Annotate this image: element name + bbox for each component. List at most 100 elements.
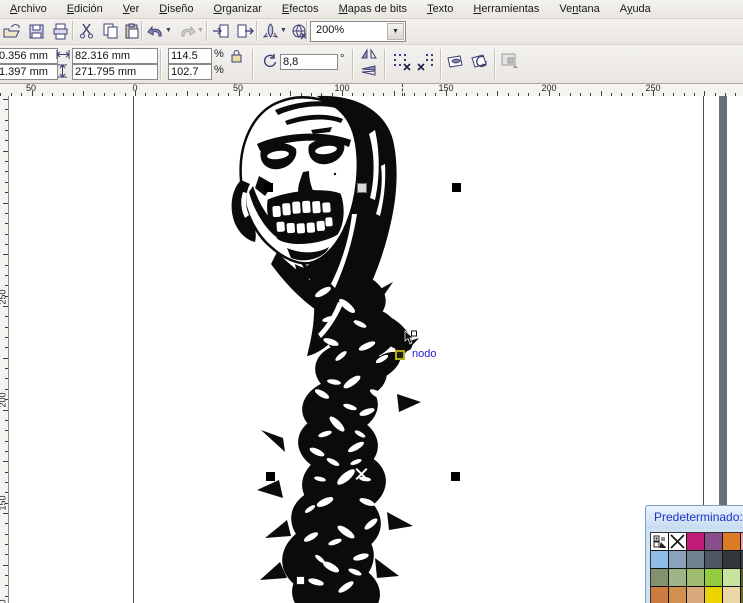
separator	[352, 49, 354, 79]
print-button[interactable]	[49, 20, 71, 42]
node-tooltip: nodo	[412, 348, 437, 360]
zombie-artwork[interactable]	[225, 94, 475, 603]
object-height-field[interactable]: 271.795 mm	[72, 64, 158, 80]
curve-node[interactable]	[296, 576, 305, 585]
percent-label-v: %	[214, 64, 224, 76]
selection-handle[interactable]	[264, 183, 273, 192]
selection-handle[interactable]	[266, 472, 275, 481]
deselect-nodes-icon[interactable]	[416, 52, 436, 72]
launcher-dropdown-arrow[interactable]: ▼	[280, 27, 287, 34]
convert-outline-icon[interactable]	[470, 52, 490, 70]
separator	[141, 21, 143, 41]
ruler-tick	[3, 202, 8, 204]
menu-archivo[interactable]: Archivo	[0, 1, 57, 18]
menu-herramientas[interactable]: Herramientas	[463, 1, 549, 18]
redo-dropdown-arrow: ▼	[197, 27, 204, 34]
lock-ratio-icon[interactable]	[230, 49, 243, 63]
menu-diseño[interactable]: Diseño	[149, 1, 203, 18]
menu-ayuda[interactable]: Ayuda	[610, 1, 661, 18]
redo-button[interactable]	[177, 20, 197, 42]
selection-handle[interactable]	[452, 183, 461, 192]
ruler-tick	[5, 119, 8, 121]
ruler-tick	[5, 378, 8, 380]
drawing-canvas[interactable]: nodo	[9, 94, 743, 603]
color-swatch[interactable]	[687, 551, 704, 568]
color-swatch[interactable]	[705, 551, 722, 568]
no-color-swatch[interactable]	[669, 533, 686, 550]
property-bar: 0.356 mm 1.397 mm 82.316 mm 271.795 mm 1…	[0, 45, 743, 84]
menu-organizar[interactable]: Organizar	[204, 1, 272, 18]
ruler-tick	[5, 243, 8, 245]
zoom-level-combobox[interactable]: 200% ▼	[310, 21, 406, 42]
color-swatch[interactable]	[669, 551, 686, 568]
color-palette-popup: Predeterminado: P	[645, 505, 743, 603]
color-swatch[interactable]	[651, 569, 668, 586]
color-swatch[interactable]	[723, 551, 740, 568]
color-swatch[interactable]	[705, 533, 722, 550]
ruler-label: 250	[645, 83, 661, 93]
degree-label: °	[340, 53, 345, 65]
import-button[interactable]	[210, 20, 232, 42]
select-nodes-marquee-icon[interactable]	[392, 52, 412, 72]
palette-options-icon[interactable]	[651, 533, 668, 550]
menubar: Archivo Edición Ver Diseño Organizar Efectos M…	[0, 0, 743, 19]
menu-ventana[interactable]: Ventana	[549, 1, 609, 18]
object-y-position-field[interactable]: 1.397 mm	[0, 64, 58, 80]
color-swatch[interactable]	[687, 533, 704, 550]
menu-texto[interactable]: Texto	[417, 1, 463, 18]
separator	[440, 49, 442, 79]
export-button[interactable]	[234, 20, 256, 42]
treat-as-filled-icon[interactable]	[446, 52, 466, 70]
menu-efectos[interactable]: Efectos	[272, 1, 329, 18]
copy-button[interactable]	[99, 20, 121, 42]
color-swatch[interactable]	[687, 569, 704, 586]
undo-button[interactable]	[145, 20, 165, 42]
object-x-position-field[interactable]: 0.356 mm	[0, 48, 58, 64]
open-button[interactable]	[1, 20, 23, 42]
selection-handle[interactable]	[451, 472, 460, 481]
palette-title[interactable]: Predeterminado: P	[646, 506, 743, 529]
ruler-label: 50	[25, 83, 37, 93]
ruler-tick	[5, 471, 8, 473]
zoom-dropdown-arrow[interactable]: ▼	[387, 23, 404, 40]
color-swatch[interactable]	[705, 569, 722, 586]
color-swatch[interactable]	[651, 551, 668, 568]
color-swatch[interactable]	[687, 587, 704, 603]
separator	[206, 21, 208, 41]
color-swatch[interactable]	[669, 569, 686, 586]
selection-center-mark[interactable]	[355, 467, 368, 481]
color-swatch[interactable]	[723, 569, 740, 586]
mirror-horizontal-icon[interactable]	[360, 48, 378, 61]
scale-vertical-field[interactable]: 102.7	[168, 64, 212, 80]
save-button[interactable]	[25, 20, 47, 42]
ruler-tick	[5, 171, 8, 173]
undo-dropdown-arrow[interactable]: ▼	[165, 27, 172, 34]
application-launcher-button[interactable]	[260, 20, 280, 42]
menu-ver[interactable]: Ver	[113, 1, 150, 18]
scale-horizontal-field[interactable]: 114.5	[168, 48, 212, 64]
cut-button[interactable]	[76, 20, 98, 42]
menu-edición[interactable]: Edición	[57, 1, 113, 18]
ruler-tick	[3, 150, 8, 152]
object-width-field[interactable]: 82.316 mm	[72, 48, 158, 64]
curve-node-highlighted[interactable]	[395, 350, 405, 360]
ruler-tick	[5, 233, 8, 235]
rotation-angle-field[interactable]: 8,8	[280, 54, 338, 70]
ruler-tick	[3, 99, 8, 100]
paste-button[interactable]	[121, 20, 143, 42]
color-swatch[interactable]	[723, 533, 740, 550]
ruler-tick	[5, 388, 8, 390]
color-swatch[interactable]	[651, 587, 668, 603]
selection-handle[interactable]	[357, 183, 367, 193]
color-swatch[interactable]	[669, 587, 686, 603]
mirror-vertical-icon[interactable]	[360, 64, 378, 77]
ruler-tick	[5, 419, 8, 421]
color-swatch[interactable]	[705, 587, 722, 603]
percent-label-h: %	[214, 48, 224, 60]
vertical-ruler[interactable]: 250 200 150 100	[0, 96, 9, 603]
color-swatch[interactable]	[723, 587, 740, 603]
ruler-label: 50	[232, 83, 244, 93]
ruler-tick	[5, 130, 8, 132]
separator	[494, 49, 496, 79]
menu-mapas-de-bits[interactable]: Mapas de bits	[329, 1, 418, 18]
